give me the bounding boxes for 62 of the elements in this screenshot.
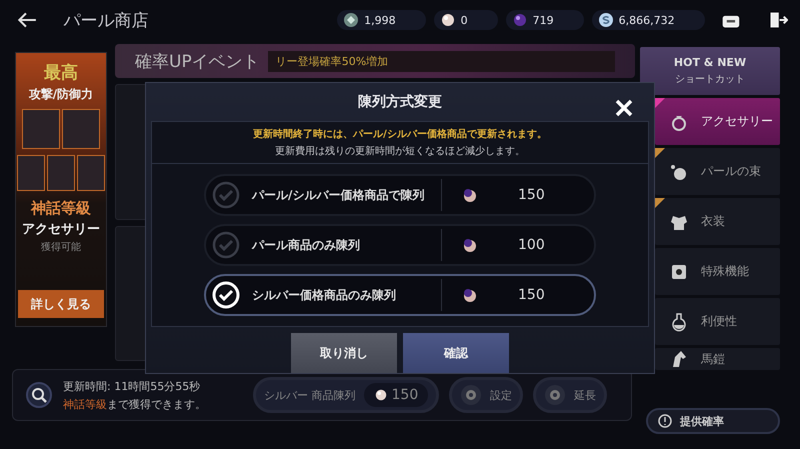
gear-icon	[544, 384, 566, 406]
item-label: パールの束	[701, 163, 761, 180]
cancel-button[interactable]: 取り消し	[291, 333, 397, 373]
sidebar-item[interactable]: 衣装	[655, 198, 780, 245]
action-button[interactable]: 延長	[533, 377, 608, 413]
odds-button[interactable]: 提供確率	[646, 408, 780, 434]
accessory-thumbnail	[22, 109, 60, 149]
dialog-title: 陳列方式変更	[358, 93, 442, 111]
display-option[interactable]: シルバー価格商品のみ陳列 150	[204, 274, 596, 316]
pearl-currency-icon	[440, 12, 456, 28]
grade-label: 神話等級	[31, 199, 91, 218]
refresh-time: 更新時間: 11時間55分55秒	[63, 378, 202, 394]
promo-subline: 攻撃/防御力	[28, 86, 94, 103]
display-option[interactable]: パール/シルバー価格商品で陳列 150	[204, 174, 596, 216]
currency-value: 1,998	[364, 14, 396, 26]
promo-headline: 最高	[44, 62, 78, 84]
price-tag: 150	[364, 383, 428, 407]
banner-title: 確率UPイベント	[135, 50, 260, 72]
pearl-currency-icon	[462, 187, 478, 203]
close-button[interactable]	[614, 98, 634, 118]
notice-text: 更新費用は残りの更新時間が短くなるほど減少します。	[275, 144, 525, 158]
orb-currency-icon	[512, 12, 528, 28]
accessory-thumbnail	[62, 109, 100, 149]
item-label: 特殊機能	[701, 263, 749, 280]
unchecked-circle-icon	[212, 181, 240, 209]
gem-currency-icon	[343, 12, 360, 28]
notice-highlight: 更新時間終了時には、パール/シルバー価格商品で更新されます。	[253, 127, 547, 141]
sidebar-item[interactable]: 馬鎧	[655, 348, 780, 370]
category-label: アクセサリー	[22, 221, 100, 238]
currency-value: 719	[532, 14, 554, 26]
header-title: HOT & NEW	[674, 56, 746, 69]
banner-subtitle: リー登場確率50%増加	[268, 50, 615, 72]
confirm-button[interactable]: 確認	[403, 333, 509, 373]
accessory-thumbnail	[47, 155, 75, 191]
header-subtitle: ショートカット	[675, 73, 745, 86]
pearl-currency-icon	[374, 388, 388, 402]
display-mode-button[interactable]: シルバー 商品陳列 150	[253, 377, 440, 413]
coin-currency-icon	[598, 12, 614, 28]
currency-value: 0	[460, 14, 468, 26]
currency-value: 6,866,732	[618, 14, 675, 26]
action-button[interactable]: 設定	[449, 377, 524, 413]
item-label: 利便性	[701, 313, 737, 330]
availability-note: 獲得可能	[41, 240, 81, 254]
pearl-currency-icon	[462, 237, 478, 253]
sidebar-item[interactable]: パールの束	[655, 148, 780, 195]
gear-icon	[460, 384, 482, 406]
details-button[interactable]: 詳しく見る	[18, 290, 104, 318]
item-label: アクセサリー	[701, 113, 773, 130]
item-label: 衣装	[701, 213, 725, 230]
unchecked-circle-icon	[212, 231, 240, 259]
availability-notice: 神話等級まで獲得できます。	[63, 396, 207, 412]
item-label: 馬鎧	[701, 350, 725, 368]
pearl-currency-icon	[462, 287, 478, 303]
display-option[interactable]: パール商品のみ陳列 100	[204, 224, 596, 266]
close-icon	[614, 98, 634, 118]
sidebar-item[interactable]: 特殊機能	[655, 248, 780, 295]
search-icon	[25, 381, 53, 409]
info-icon	[658, 414, 672, 428]
sidebar-item[interactable]: 利便性	[655, 298, 780, 345]
sidebar-item[interactable]: アクセサリー	[655, 98, 780, 145]
checked-circle-icon	[212, 281, 240, 309]
shop-title: パール商店	[64, 10, 150, 32]
